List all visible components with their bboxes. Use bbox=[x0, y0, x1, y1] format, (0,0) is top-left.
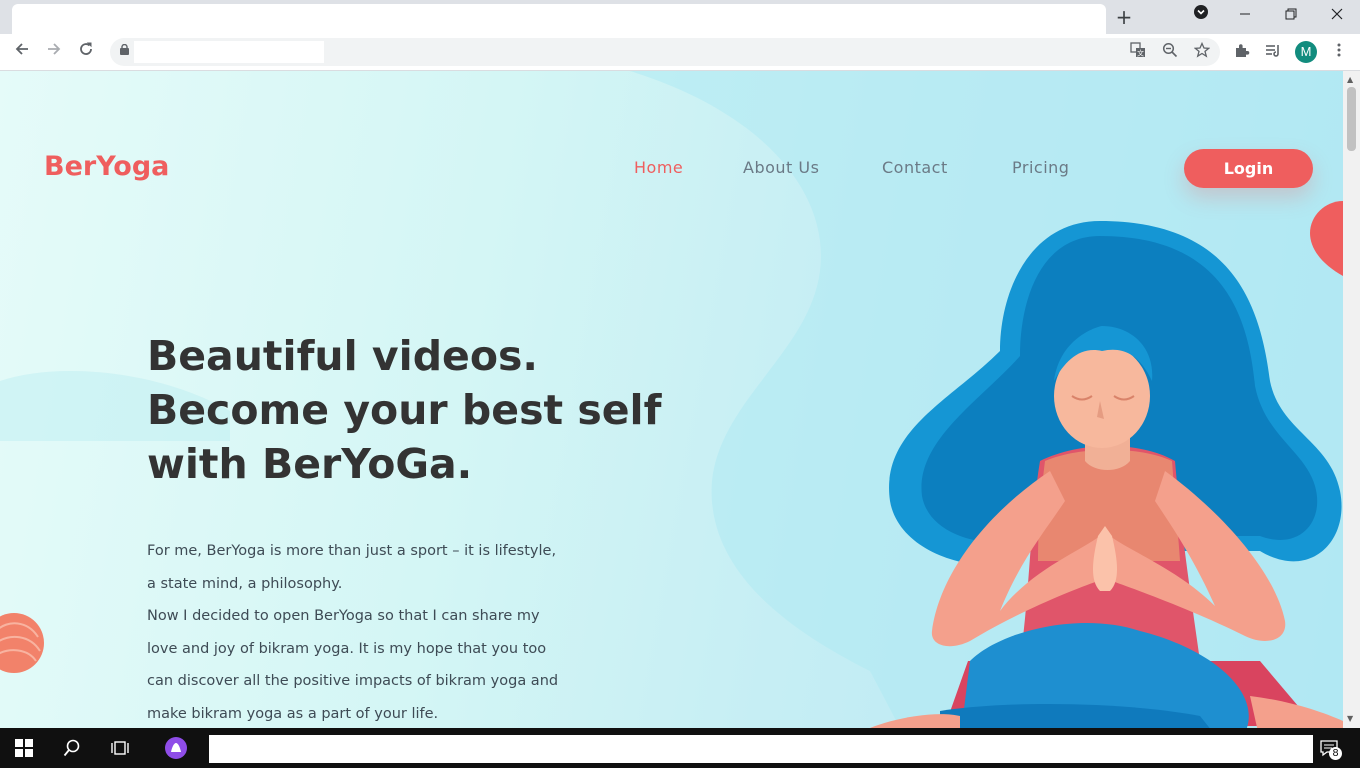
taskbar-search-button[interactable] bbox=[50, 728, 94, 768]
reload-icon bbox=[80, 42, 92, 55]
hero-description-line: love and joy of bikram yoga. It is my ho… bbox=[147, 640, 547, 657]
restore-button[interactable] bbox=[1276, 4, 1306, 26]
notification-count-badge: 8 bbox=[1329, 747, 1342, 760]
extensions-button[interactable] bbox=[1231, 42, 1253, 64]
windows-logo-icon bbox=[15, 739, 33, 757]
profile-avatar[interactable]: M bbox=[1295, 41, 1317, 63]
notification-center-button[interactable]: 8 bbox=[1320, 739, 1342, 761]
hero-headline: Beautiful videos. Become your best self … bbox=[147, 329, 747, 491]
assistant-app-icon bbox=[165, 737, 187, 759]
hero-headline-line-2: Become your best self bbox=[147, 386, 662, 434]
back-button[interactable] bbox=[10, 40, 34, 64]
hero-description-line: Now I decided to open BerYoga so that I … bbox=[147, 608, 540, 624]
address-bar[interactable]: 文 bbox=[110, 38, 1220, 66]
nav-link-home[interactable]: Home bbox=[634, 158, 683, 177]
extensions-icon bbox=[1236, 44, 1250, 57]
hero-headline-line-1: Beautiful videos. bbox=[147, 332, 539, 380]
star-icon bbox=[1193, 41, 1211, 58]
restore-icon bbox=[1285, 8, 1297, 20]
forward-button[interactable] bbox=[42, 40, 66, 64]
page-scrollbar[interactable]: ▲ ▼ bbox=[1343, 71, 1360, 728]
task-view-button[interactable] bbox=[98, 728, 142, 768]
os-taskbar: 8 bbox=[0, 728, 1360, 768]
close-icon bbox=[1331, 8, 1343, 20]
menu-dots-icon bbox=[1337, 43, 1341, 57]
forward-arrow-icon bbox=[48, 43, 61, 55]
hero-headline-line-3: with BerYoGa. bbox=[147, 440, 473, 488]
bookmark-button[interactable] bbox=[1192, 41, 1212, 62]
yoga-woman-illustration bbox=[870, 221, 1343, 728]
browser-tab-strip: + bbox=[0, 0, 1360, 34]
tab-search-button[interactable] bbox=[1186, 4, 1216, 26]
scroll-up-arrow-icon[interactable]: ▲ bbox=[1347, 75, 1353, 84]
hero-description-line: can discover all the positive impacts of… bbox=[147, 673, 559, 689]
translate-button[interactable]: 文 bbox=[1128, 42, 1148, 62]
site-logo[interactable]: BerYoga bbox=[44, 151, 169, 182]
close-window-button[interactable] bbox=[1322, 4, 1352, 26]
reload-button[interactable] bbox=[74, 40, 98, 64]
hero-description-line: a state mind, a philosophy. bbox=[147, 575, 343, 592]
url-text-redacted bbox=[134, 41, 324, 63]
plus-icon: + bbox=[1115, 5, 1133, 29]
back-arrow-icon bbox=[15, 43, 28, 55]
page-viewport: BerYoga Home About Us Contact Pricing Lo… bbox=[0, 71, 1343, 728]
chevron-down-circle-icon bbox=[1194, 5, 1208, 19]
translate-icon: 文 bbox=[1130, 42, 1145, 58]
task-view-icon bbox=[111, 741, 129, 755]
hero-description-line: For me, BerYoga is more than just a spor… bbox=[147, 543, 557, 559]
hero-description-line: make bikram yoga as a part of your life. bbox=[147, 705, 439, 722]
taskbar-search-box-redacted[interactable] bbox=[209, 735, 1313, 763]
minimize-icon bbox=[1240, 13, 1250, 15]
assistant-app-button[interactable] bbox=[154, 728, 198, 768]
svg-text:文: 文 bbox=[1137, 49, 1144, 58]
zoom-out-icon bbox=[1162, 42, 1178, 58]
start-button[interactable] bbox=[2, 728, 46, 768]
zoom-button[interactable] bbox=[1160, 42, 1180, 62]
scrollbar-thumb[interactable] bbox=[1347, 87, 1356, 151]
hero-description: For me, BerYoga is more than just a spor… bbox=[147, 535, 617, 728]
minimize-button[interactable] bbox=[1230, 4, 1260, 26]
browser-menu-button[interactable] bbox=[1328, 42, 1350, 64]
scroll-down-arrow-icon[interactable]: ▼ bbox=[1347, 714, 1353, 723]
media-queue-button[interactable] bbox=[1262, 42, 1284, 64]
browser-tab[interactable] bbox=[12, 4, 1106, 34]
new-tab-button[interactable]: + bbox=[1113, 6, 1135, 28]
lock-icon bbox=[120, 44, 129, 55]
browser-toolbar: 文 M bbox=[0, 34, 1360, 71]
search-icon bbox=[63, 739, 80, 757]
media-queue-icon bbox=[1266, 45, 1279, 57]
